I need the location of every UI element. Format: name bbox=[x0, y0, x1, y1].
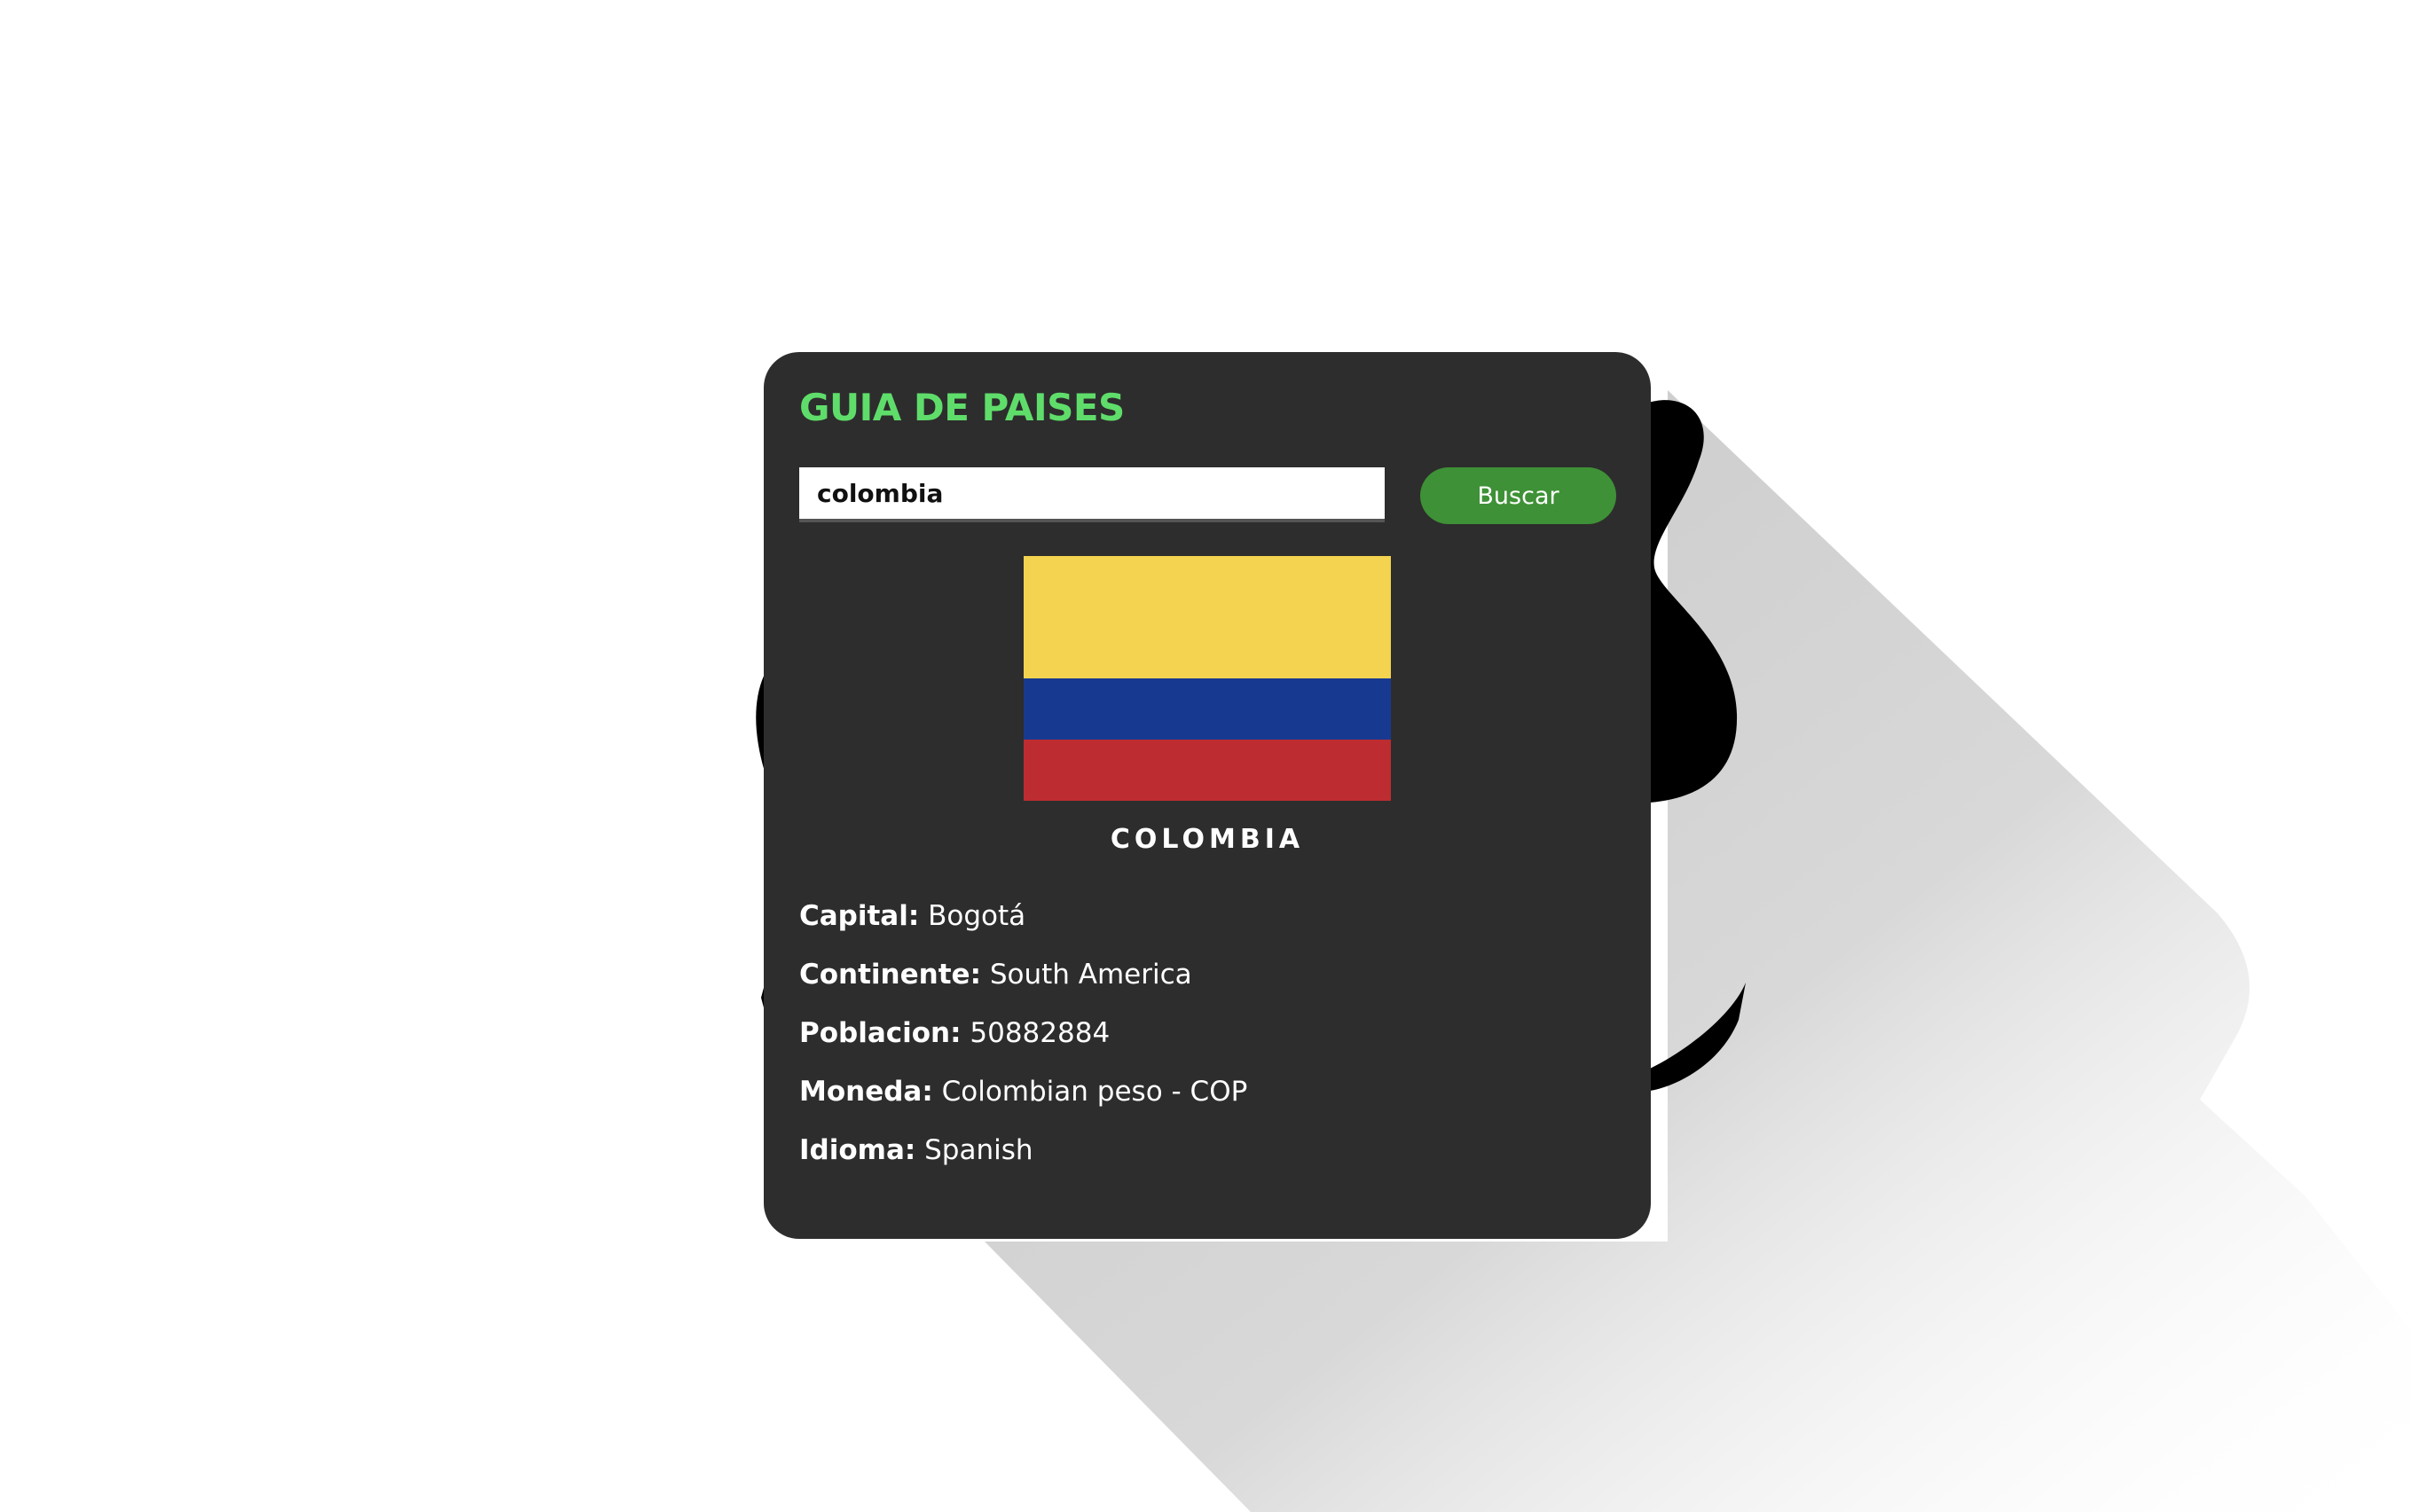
detail-capital: Capital: Bogotá bbox=[799, 900, 1247, 959]
detail-value: Spanish bbox=[924, 1134, 1033, 1166]
detail-label: Capital: bbox=[799, 900, 920, 932]
detail-population: Poblacion: 50882884 bbox=[799, 1017, 1247, 1076]
country-details: Capital: Bogotá Continente: South Americ… bbox=[799, 900, 1247, 1193]
country-name: COLOMBIA bbox=[1110, 824, 1305, 855]
page: GUIA DE PAISES Buscar COLOMBIA Capital: … bbox=[0, 0, 2411, 1512]
flag-stripe-yellow bbox=[1024, 556, 1391, 678]
flag-stripe-red bbox=[1024, 740, 1391, 801]
detail-label: Continente: bbox=[799, 959, 981, 991]
detail-value: South America bbox=[989, 959, 1192, 991]
flag-stripe-blue bbox=[1024, 678, 1391, 740]
search-button[interactable]: Buscar bbox=[1420, 467, 1616, 524]
app-title: GUIA DE PAISES bbox=[799, 386, 1125, 429]
detail-value: Colombian peso - COP bbox=[941, 1076, 1248, 1108]
detail-continent: Continente: South America bbox=[799, 959, 1247, 1017]
detail-label: Poblacion: bbox=[799, 1017, 962, 1049]
country-search-input[interactable] bbox=[799, 467, 1385, 522]
detail-language: Idioma: Spanish bbox=[799, 1134, 1247, 1193]
detail-value: 50882884 bbox=[970, 1017, 1111, 1049]
detail-label: Idioma: bbox=[799, 1134, 916, 1166]
detail-label: Moneda: bbox=[799, 1076, 933, 1108]
detail-currency: Moneda: Colombian peso - COP bbox=[799, 1076, 1247, 1134]
detail-value: Bogotá bbox=[928, 900, 1026, 932]
country-card: GUIA DE PAISES Buscar COLOMBIA Capital: … bbox=[764, 352, 1651, 1239]
country-flag bbox=[1024, 556, 1391, 801]
